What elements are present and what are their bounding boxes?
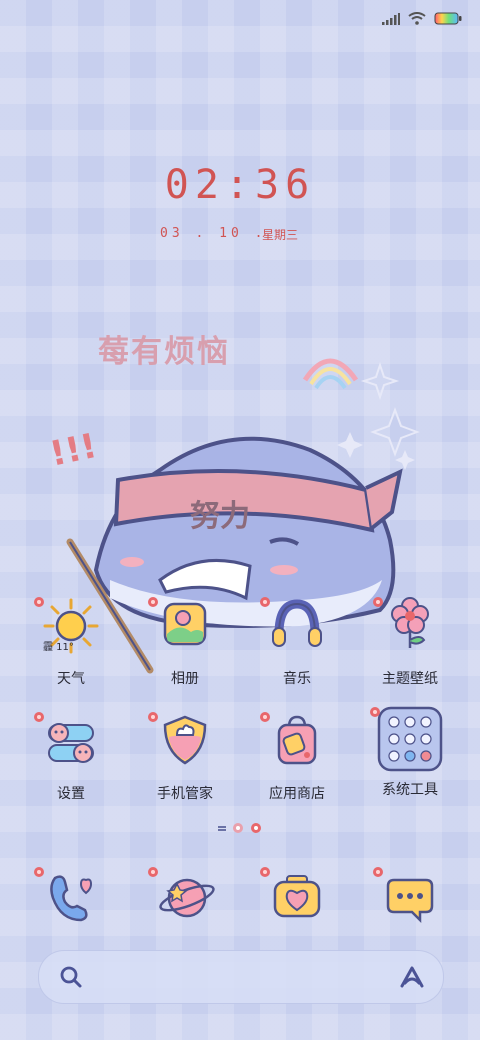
page-dot-flower-icon [233,823,243,833]
app-label: 应用商店 [269,786,325,802]
weather-temp: 霾 11° [43,642,74,653]
app-label: 系统工具 [382,782,438,798]
app-system-tools[interactable]: 系统工具 [360,706,460,799]
wallpaper-exclaim: !!! [46,426,100,475]
camera-icon [260,866,327,926]
headphones-icon [260,596,327,656]
store-bag-icon [260,711,327,771]
clock-weekday: 星期三 [262,228,299,242]
dock-phone[interactable] [21,866,121,926]
dock-browser[interactable] [135,866,235,926]
headband-text: 努力 [190,499,250,534]
app-store[interactable]: 应用商店 [247,711,347,803]
clock-time[interactable]: 02:36 [0,162,480,208]
page-dot [218,825,226,828]
tools-folder-icon [370,706,443,772]
app-label: 手机管家 [157,786,213,802]
dock-messages[interactable] [360,866,460,926]
page-dot-flower-active-icon [251,823,261,833]
assistant-icon[interactable] [399,965,425,989]
dock-camera[interactable] [247,866,347,926]
app-label: 天气 [57,671,85,687]
wallpaper-caption: 莓有烦恼 [98,334,230,370]
status-bar [382,12,462,25]
page-indicator[interactable] [0,822,480,834]
phone-icon [34,866,101,926]
browser-planet-icon [148,866,215,926]
battery-icon [434,12,462,25]
search-icon[interactable] [59,965,83,989]
sun-icon: 霾 11° [34,596,101,656]
signal-icon [382,12,400,25]
gallery-icon [148,596,215,656]
app-label: 主题壁纸 [382,671,438,687]
messages-icon [373,866,440,926]
app-settings[interactable]: 设置 [21,711,121,803]
app-security[interactable]: 手机管家 [135,711,235,803]
security-icon [148,711,215,771]
app-label: 设置 [57,786,85,802]
app-weather[interactable]: 霾 11° 天气 [21,596,121,688]
app-gallery[interactable]: 相册 [135,596,235,688]
app-themes[interactable]: 主题壁纸 [360,596,460,688]
settings-icon [34,711,101,771]
search-bar[interactable] [38,950,444,1004]
clock-date: 03 . 10 . [160,226,267,241]
app-label: 音乐 [283,671,311,687]
app-music[interactable]: 音乐 [247,596,347,688]
flower-icon [373,596,440,656]
wifi-icon [408,12,426,25]
app-label: 相册 [171,671,199,687]
